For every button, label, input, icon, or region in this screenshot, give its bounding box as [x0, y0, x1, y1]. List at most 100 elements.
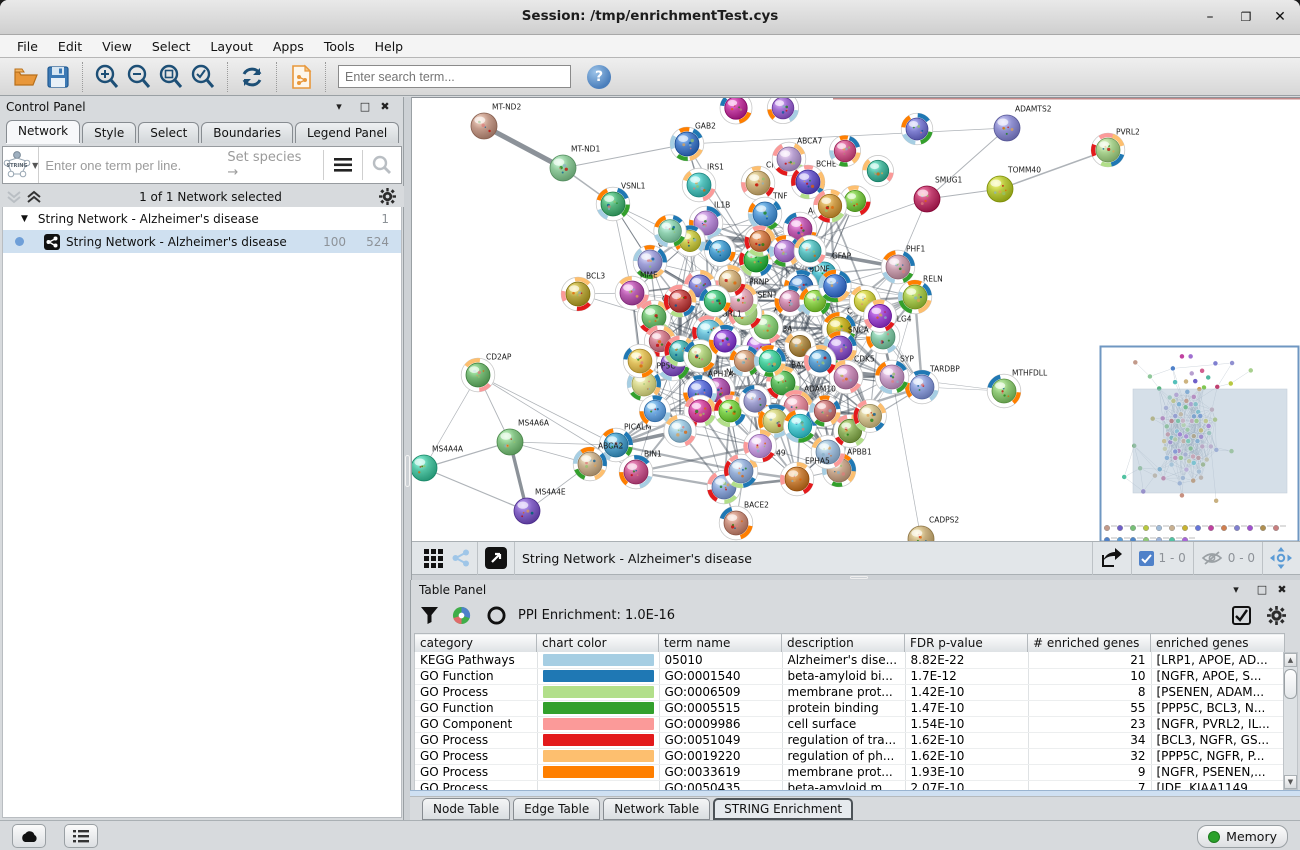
network-node-mt-nd1[interactable]: MT-ND1 [550, 145, 600, 182]
zoom-out-button[interactable] [123, 61, 155, 93]
network-collection-row[interactable]: ▼ String Network - Alzheimer's disease 1 [3, 207, 401, 230]
task-history-button[interactable] [12, 824, 46, 848]
gear-icon[interactable] [1267, 606, 1286, 625]
tab-network[interactable]: Network [6, 120, 80, 143]
network-canvas[interactable]: MT-ND2MT-ND1VSNL1GAB2IRS1CHATABCA7BCHEAC… [412, 97, 1300, 541]
zoom-fit-button[interactable] [155, 61, 187, 93]
tab-node-table[interactable]: Node Table [422, 798, 510, 820]
close-panel-icon[interactable]: ✖ [377, 100, 393, 113]
detach-view-icon[interactable] [485, 547, 507, 569]
tree-expand-icon[interactable]: ▼ [21, 214, 28, 224]
maximize-icon[interactable]: ❐ [1234, 7, 1258, 27]
table-vertical-scrollbar[interactable]: ▲ ▼ [1283, 652, 1298, 790]
scroll-down-icon[interactable]: ▼ [1284, 775, 1297, 789]
tab-style[interactable]: Style [82, 122, 136, 143]
birdseye-toggle-icon[interactable] [1270, 547, 1292, 569]
search-input[interactable] [338, 65, 571, 88]
column-header-description[interactable]: description [782, 634, 905, 653]
refresh-button[interactable] [236, 61, 268, 93]
table-row[interactable]: KEGG Pathways05010Alzheimer's dise...8.8… [415, 652, 1284, 668]
tab-string-enrichment[interactable]: STRING Enrichment [713, 798, 853, 820]
collapse-all-icon[interactable] [6, 190, 22, 204]
undock-panel-icon[interactable]: □ [1254, 583, 1270, 596]
menu-item-apps[interactable]: Apps [264, 37, 313, 56]
splitter-grip[interactable] [850, 576, 868, 579]
string-query-input[interactable] [39, 158, 227, 173]
select-all-checkbox-icon[interactable] [1232, 606, 1251, 625]
birdseye-viewport-rect[interactable] [1133, 389, 1287, 493]
close-panel-icon[interactable]: ✖ [1274, 583, 1290, 596]
undock-panel-icon[interactable]: □ [357, 100, 373, 113]
tab-legend-panel[interactable]: Legend Panel [295, 122, 399, 143]
column-header-enriched-genes[interactable]: enriched genes [1151, 634, 1285, 653]
network-node-abca2[interactable]: ABCA2 [569, 442, 623, 485]
network-node-ms4a4a[interactable]: MS4A4A [412, 445, 464, 482]
network-node[interactable] [862, 155, 893, 186]
network-node[interactable] [718, 98, 754, 126]
birdseye-panel[interactable] [1101, 347, 1299, 543]
table-row[interactable]: GO ComponentGO:0009986cell surface1.54E-… [415, 716, 1284, 732]
grid-view-icon[interactable] [424, 549, 443, 568]
zoom-selected-button[interactable] [187, 61, 219, 93]
network-node-adamts2[interactable]: ADAMTS2 [994, 105, 1052, 142]
network-node-pvrl2[interactable]: PVRL2 [1087, 128, 1140, 171]
float-panel-icon[interactable]: ▾ [331, 100, 347, 113]
network-node[interactable] [764, 98, 803, 127]
menu-item-tools[interactable]: Tools [315, 37, 364, 56]
query-search-button[interactable] [363, 147, 401, 183]
set-species-link[interactable]: Set species → [227, 150, 312, 180]
network-row[interactable]: String Network - Alzheimer's disease 100… [3, 230, 401, 253]
network-node-irs1[interactable]: IRS1 [680, 163, 724, 204]
network-graph[interactable]: MT-ND2MT-ND1VSNL1GAB2IRS1CHATABCA7BCHEAC… [412, 98, 1300, 542]
share-view-icon[interactable] [452, 549, 470, 567]
network-node[interactable] [699, 285, 730, 316]
open-file-button[interactable] [10, 61, 42, 93]
table-row[interactable]: GO ProcessGO:0050435beta-amyloid m...2.0… [415, 780, 1284, 790]
tab-select[interactable]: Select [138, 122, 199, 143]
scroll-up-icon[interactable]: ▲ [1284, 653, 1297, 667]
network-node-bace2[interactable]: BACE2 [718, 501, 770, 542]
column-header-chart-color[interactable]: chart color [537, 634, 659, 653]
export-view-icon[interactable] [1100, 547, 1124, 569]
table-row[interactable]: GO ProcessGO:0051049regulation of tra...… [415, 732, 1284, 748]
network-node-cadps2[interactable]: CADPS2 [908, 516, 959, 543]
memory-button[interactable]: Memory [1197, 825, 1288, 848]
pie-chart-icon[interactable] [452, 606, 471, 625]
float-panel-icon[interactable]: ▾ [1228, 583, 1244, 596]
table-row[interactable]: GO FunctionGO:0005515protein binding1.47… [415, 700, 1284, 716]
table-row[interactable]: GO ProcessGO:0033619membrane prot...1.93… [415, 764, 1284, 780]
expand-all-icon[interactable] [26, 190, 42, 204]
query-options-button[interactable] [324, 147, 362, 183]
network-node-vsnl1[interactable]: VSNL1 [594, 182, 646, 224]
string-logo-icon[interactable]: STRING ▼ [3, 147, 39, 183]
save-session-button[interactable] [42, 61, 74, 93]
tab-edge-table[interactable]: Edge Table [513, 798, 600, 820]
selected-checkbox-icon[interactable] [1139, 551, 1154, 566]
gear-icon[interactable] [379, 188, 396, 205]
minimize-icon[interactable]: – [1198, 7, 1222, 27]
close-icon[interactable]: ✕ [1268, 7, 1292, 27]
tab-boundaries[interactable]: Boundaries [201, 122, 293, 143]
scrollbar-thumb[interactable] [1284, 669, 1297, 699]
hidden-eye-icon[interactable] [1201, 550, 1223, 566]
network-node-mthfdll[interactable]: MTHFDLL [986, 369, 1048, 409]
filter-icon[interactable] [421, 607, 438, 624]
task-list-button[interactable] [64, 824, 98, 848]
menu-item-layout[interactable]: Layout [201, 37, 262, 56]
table-row[interactable]: GO ProcessGO:0006509membrane prot...1.42… [415, 684, 1284, 700]
network-node-epha5[interactable]: EPHA5 [778, 457, 830, 499]
tab-network-table[interactable]: Network Table [603, 798, 710, 820]
menu-item-file[interactable]: File [8, 37, 47, 56]
network-node-smug1[interactable]: SMUG1 [914, 176, 963, 213]
import-network-button[interactable] [285, 61, 317, 93]
table-row[interactable]: GO ProcessGO:0019220regulation of ph...1… [415, 748, 1284, 764]
network-node-tardbp[interactable]: TARDBP [901, 365, 960, 408]
network-node-cd2ap[interactable]: CD2AP [457, 353, 512, 396]
network-node[interactable] [901, 113, 934, 146]
column-header-FDR-p-value[interactable]: FDR p-value [905, 634, 1028, 653]
zoom-in-button[interactable] [91, 61, 123, 93]
menu-item-view[interactable]: View [93, 37, 141, 56]
help-icon[interactable]: ? [587, 65, 611, 89]
network-node[interactable] [705, 236, 736, 267]
menu-item-edit[interactable]: Edit [49, 37, 91, 56]
